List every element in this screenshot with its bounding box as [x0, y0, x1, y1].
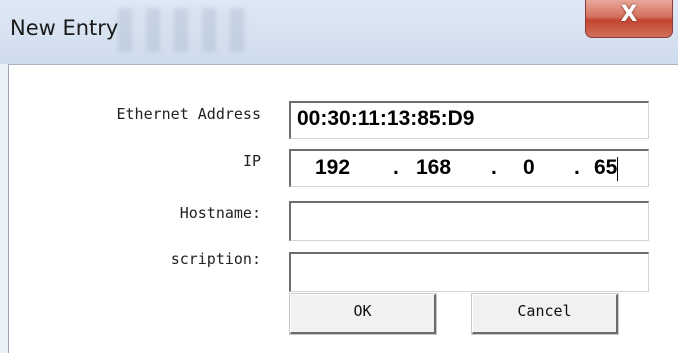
- close-button[interactable]: X: [585, 0, 673, 38]
- ok-button-label: OK: [353, 302, 372, 320]
- ok-button[interactable]: OK: [289, 293, 437, 335]
- description-label: scription:: [170, 250, 261, 268]
- hostname-label: Hostname:: [179, 204, 261, 222]
- ip-address-field[interactable]: 192 . 168 . 0 . 65: [289, 149, 649, 187]
- new-entry-dialog: New Entry X Ethernet Address 00:30:11:13…: [0, 0, 678, 353]
- cancel-button-label: Cancel: [517, 302, 572, 320]
- hostname-field[interactable]: [289, 201, 649, 241]
- ip-dot-1: .: [393, 156, 399, 179]
- blurred-background-region: [118, 8, 248, 52]
- ethernet-address-field[interactable]: 00:30:11:13:85:D9: [289, 101, 649, 139]
- cancel-button[interactable]: Cancel: [471, 293, 619, 335]
- text-cursor: [617, 157, 618, 181]
- close-icon: X: [620, 2, 638, 27]
- ip-octet-3: 0: [523, 156, 535, 179]
- ip-octet-2: 168: [416, 156, 452, 179]
- window-title: New Entry: [10, 16, 119, 40]
- ip-label: IP: [242, 152, 261, 170]
- ip-octet-4: 65: [594, 156, 618, 179]
- ip-octet-1: 192: [315, 156, 351, 179]
- description-field[interactable]: [289, 252, 649, 292]
- ip-dot-2: .: [491, 156, 497, 179]
- ethernet-address-value: 00:30:11:13:85:D9: [297, 107, 475, 130]
- dialog-body: Ethernet Address 00:30:11:13:85:D9 IP 19…: [8, 64, 678, 353]
- ip-dot-3: .: [574, 156, 580, 179]
- ethernet-address-label: Ethernet Address: [116, 105, 262, 123]
- title-bar: New Entry X: [0, 0, 678, 64]
